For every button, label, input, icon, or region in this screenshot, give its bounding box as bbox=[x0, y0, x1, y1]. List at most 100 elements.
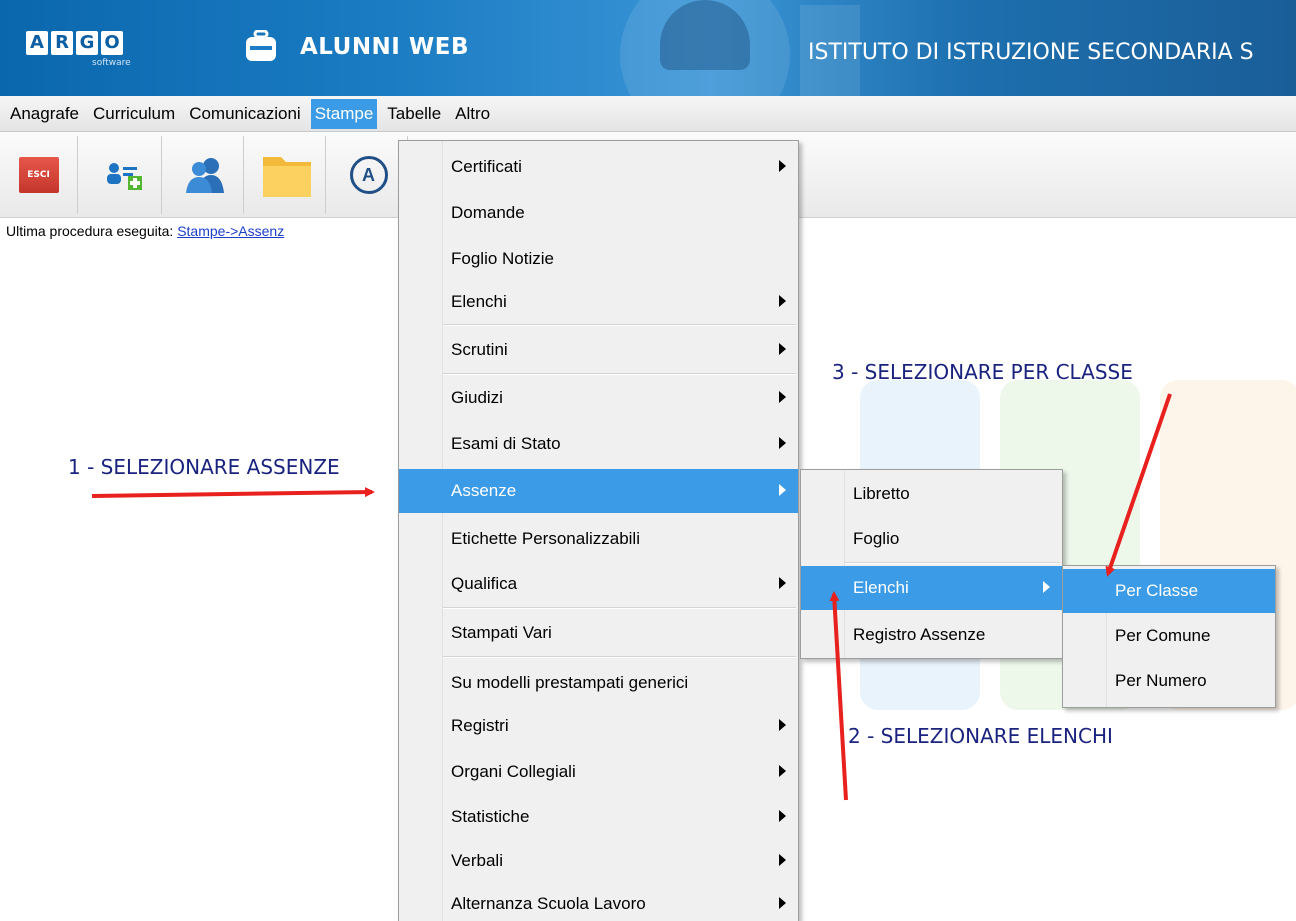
menu-item-label: Statistiche bbox=[451, 807, 530, 826]
menu-item-su-modelli-prestampati[interactable]: Su modelli prestampati generici bbox=[399, 661, 798, 705]
menu-item-label: Assenze bbox=[451, 481, 517, 500]
schoolbag-icon bbox=[246, 30, 276, 61]
menu-stampe[interactable]: Stampe bbox=[310, 98, 378, 129]
users-icon bbox=[185, 158, 224, 193]
menu-item-giudizi[interactable]: Giudizi bbox=[399, 376, 798, 420]
submenu-arrow-icon bbox=[779, 577, 786, 589]
menu-item-label: Qualifica bbox=[451, 574, 518, 593]
menu-item-label: Organi Collegiali bbox=[451, 762, 576, 781]
submenu-arrow-icon bbox=[779, 437, 786, 449]
menu-item-label: Alternanza Scuola Lavoro bbox=[451, 893, 646, 913]
menu-item-per-classe[interactable]: Per Classe bbox=[1063, 569, 1275, 613]
add-student-icon bbox=[106, 163, 142, 190]
submenu-arrow-icon bbox=[779, 295, 786, 307]
submenu-arrow-icon bbox=[779, 854, 786, 866]
submenu-arrow-icon bbox=[779, 810, 786, 822]
menu-item-organi-collegiali[interactable]: Organi Collegiali bbox=[399, 750, 798, 794]
a-button[interactable]: A bbox=[330, 136, 408, 214]
stampe-dropdown: Certificati Domande Foglio Notizie Elenc… bbox=[398, 140, 799, 921]
menu-item-alternanza-scuola-lavoro[interactable]: Alternanza Scuola Lavoro bbox=[399, 885, 798, 921]
submenu-arrow-icon bbox=[779, 897, 786, 909]
school-title: ISTITUTO DI ISTRUZIONE SECONDARIA S bbox=[808, 40, 1254, 65]
last-procedure-label: Ultima procedura eseguita: bbox=[6, 223, 174, 239]
submenu-arrow-icon bbox=[779, 484, 786, 496]
exit-icon: ESCI bbox=[18, 157, 59, 193]
last-procedure-link[interactable]: Stampe->Assenz bbox=[177, 223, 284, 239]
menu-item-label: Etichette Personalizzabili bbox=[451, 529, 640, 548]
menu-item-label: Per Numero bbox=[1115, 671, 1207, 690]
menu-altro[interactable]: Altro bbox=[451, 99, 494, 129]
menu-item-label: Scrutini bbox=[451, 340, 508, 359]
menu-item-qualifica[interactable]: Qualifica bbox=[399, 562, 798, 606]
argo-logo: A R G O bbox=[26, 31, 123, 55]
annotation-step-1: 1 - SELEZIONARE ASSENZE bbox=[68, 455, 340, 479]
menu-item-label: Per Comune bbox=[1115, 626, 1211, 645]
menu-item-verbali[interactable]: Verbali bbox=[399, 839, 798, 883]
menu-item-label: Verbali bbox=[451, 851, 503, 870]
menu-item-assenze[interactable]: Assenze bbox=[399, 469, 798, 513]
menu-item-label: Elenchi bbox=[853, 578, 909, 597]
menu-item-label: Foglio Notizie bbox=[451, 249, 554, 268]
submenu-arrow-icon bbox=[779, 343, 786, 355]
menu-item-label: Giudizi bbox=[451, 388, 503, 407]
annotation-step-2: 2 - SELEZIONARE ELENCHI bbox=[848, 724, 1113, 748]
submenu-arrow-icon bbox=[779, 391, 786, 403]
students-button[interactable] bbox=[166, 136, 244, 214]
menu-separator bbox=[443, 373, 796, 375]
app-title: ALUNNI WEB bbox=[300, 34, 469, 60]
logo-subtitle: software bbox=[92, 58, 131, 68]
submenu-arrow-icon bbox=[779, 719, 786, 731]
menu-item-label: Foglio bbox=[853, 529, 900, 548]
menu-separator bbox=[443, 656, 796, 658]
menu-item-registri[interactable]: Registri bbox=[399, 704, 798, 748]
menu-separator bbox=[443, 324, 796, 326]
a-circle-icon: A bbox=[349, 156, 388, 194]
menu-item-elenchi[interactable]: Elenchi bbox=[399, 280, 798, 324]
app-header: A R G O software ALUNNI WEB ISTITUTO DI … bbox=[0, 0, 1296, 96]
menu-item-label: Registri bbox=[451, 716, 509, 735]
submenu-arrow-icon bbox=[779, 765, 786, 777]
menu-separator bbox=[443, 607, 796, 609]
logo-letter: O bbox=[101, 31, 123, 55]
add-student-button[interactable] bbox=[84, 136, 162, 214]
menu-item-label: Registro Assenze bbox=[853, 625, 986, 644]
menu-curriculum[interactable]: Curriculum bbox=[89, 99, 179, 129]
a-label: A bbox=[362, 164, 375, 185]
menu-item-label: Libretto bbox=[853, 484, 910, 503]
menu-item-label: Domande bbox=[451, 203, 525, 222]
exit-label: ESCI bbox=[27, 170, 50, 180]
menu-item-label: Esami di Stato bbox=[451, 434, 561, 453]
menu-item-foglio[interactable]: Foglio bbox=[801, 517, 1062, 561]
folder-button[interactable] bbox=[248, 136, 326, 214]
menu-tabelle[interactable]: Tabelle bbox=[383, 99, 445, 129]
menu-item-stampati-vari[interactable]: Stampati Vari bbox=[399, 611, 798, 655]
menu-item-elenchi-assenze[interactable]: Elenchi bbox=[801, 566, 1062, 610]
menu-item-scrutini[interactable]: Scrutini bbox=[399, 328, 798, 372]
menu-item-domande[interactable]: Domande bbox=[399, 191, 798, 235]
menu-item-label: Certificati bbox=[451, 157, 522, 176]
menu-item-foglio-notizie[interactable]: Foglio Notizie bbox=[399, 237, 798, 281]
menu-item-libretto[interactable]: Libretto bbox=[801, 472, 1062, 516]
logo-letter: G bbox=[76, 31, 98, 55]
menu-item-per-numero[interactable]: Per Numero bbox=[1063, 659, 1275, 703]
menu-item-label: Stampati Vari bbox=[451, 623, 552, 642]
menu-item-label: Su modelli prestampati generici bbox=[451, 673, 689, 692]
folder-icon bbox=[262, 157, 311, 197]
arrow-step-1 bbox=[91, 487, 375, 498]
annotation-step-3: 3 - SELEZIONARE PER CLASSE bbox=[832, 360, 1133, 384]
menu-item-per-comune[interactable]: Per Comune bbox=[1063, 614, 1275, 658]
menu-separator bbox=[845, 562, 1060, 564]
menu-bar: Anagrafe Curriculum Comunicazioni Stampe… bbox=[0, 96, 1296, 132]
elenchi-submenu: Per Classe Per Comune Per Numero bbox=[1062, 565, 1276, 708]
assenze-submenu: Libretto Foglio Elenchi Registro Assenze bbox=[800, 469, 1063, 659]
exit-button[interactable]: ESCI bbox=[0, 136, 78, 214]
menu-item-certificati[interactable]: Certificati bbox=[399, 145, 798, 189]
submenu-arrow-icon bbox=[779, 160, 786, 172]
menu-item-statistiche[interactable]: Statistiche bbox=[399, 795, 798, 839]
menu-item-esami-di-stato[interactable]: Esami di Stato bbox=[399, 422, 798, 466]
menu-comunicazioni[interactable]: Comunicazioni bbox=[185, 99, 305, 129]
menu-anagrafe[interactable]: Anagrafe bbox=[6, 99, 83, 129]
menu-item-etichette-personalizzabili[interactable]: Etichette Personalizzabili bbox=[399, 517, 798, 561]
submenu-arrow-icon bbox=[1043, 581, 1050, 593]
menu-item-registro-assenze[interactable]: Registro Assenze bbox=[801, 613, 1062, 657]
